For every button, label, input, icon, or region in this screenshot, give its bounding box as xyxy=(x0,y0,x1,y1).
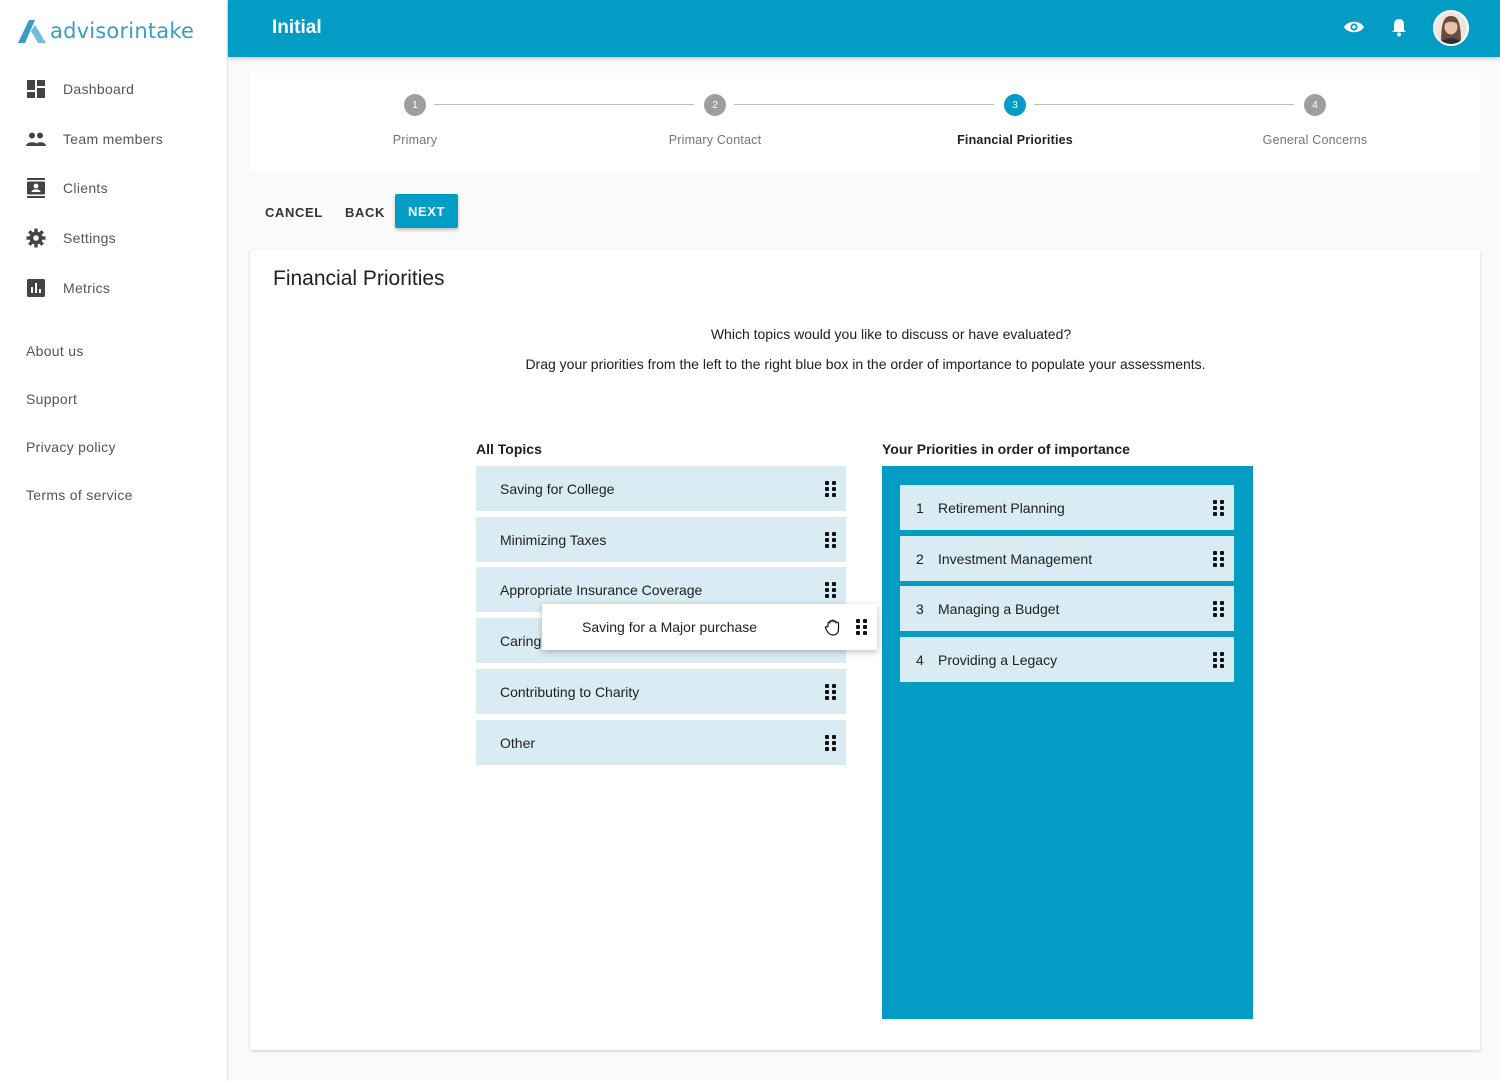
step-connector xyxy=(734,104,994,105)
sidebar-item-metrics[interactable]: Metrics xyxy=(26,276,110,300)
support-link[interactable]: Support xyxy=(26,391,77,407)
dragging-topic-item[interactable]: Saving for a Major purchase xyxy=(542,604,877,650)
grab-hand-cursor-icon xyxy=(822,616,844,638)
drag-handle-icon[interactable] xyxy=(1213,499,1225,516)
step-4-label: General Concerns xyxy=(1262,133,1368,147)
topic-item[interactable]: Other xyxy=(476,720,846,765)
priority-item[interactable]: 2 Investment Management xyxy=(900,536,1234,581)
step-3-indicator[interactable]: 3 xyxy=(1004,94,1026,116)
step-1-label: Primary xyxy=(392,133,438,147)
step-3-label: Financial Priorities xyxy=(957,133,1073,147)
cancel-button[interactable]: CANCEL xyxy=(265,196,323,228)
sidebar-item-clients[interactable]: Clients xyxy=(26,176,108,200)
priority-rank: 2 xyxy=(916,550,924,567)
step-connector xyxy=(1034,104,1294,105)
drag-handle-icon[interactable] xyxy=(1213,600,1225,617)
logo-mark-icon xyxy=(18,20,46,43)
topic-label: Other xyxy=(500,734,536,751)
logo-text: advisorintake xyxy=(50,19,195,43)
priority-rank: 4 xyxy=(916,651,924,668)
sidebar-item-label: Settings xyxy=(63,230,116,246)
all-topics-heading: All Topics xyxy=(476,441,542,457)
priority-label: Providing a Legacy xyxy=(938,651,1058,668)
sidebar: advisorintake Dashboard Team members Cli… xyxy=(0,0,228,1081)
eye-icon[interactable] xyxy=(1342,15,1366,39)
topic-label: Saving for a Major purchase xyxy=(582,619,758,635)
sidebar-item-label: Metrics xyxy=(63,280,111,296)
step-4-indicator[interactable]: 4 xyxy=(1304,94,1326,116)
priority-rank: 1 xyxy=(916,499,924,516)
step-connector xyxy=(434,104,694,105)
sidebar-item-label: Dashboard xyxy=(63,81,135,97)
topic-label: Minimizing Taxes xyxy=(500,531,607,548)
bar-chart-icon xyxy=(26,278,46,298)
priority-label: Retirement Planning xyxy=(938,499,1065,516)
contact-card-icon xyxy=(26,178,46,198)
drag-handle-icon[interactable] xyxy=(825,480,837,497)
sidebar-item-dashboard[interactable]: Dashboard xyxy=(26,77,134,101)
next-button[interactable]: NEXT xyxy=(395,194,458,228)
drag-handle-icon[interactable] xyxy=(825,734,837,751)
card-title: Financial Priorities xyxy=(273,267,445,290)
step-2-indicator[interactable]: 2 xyxy=(704,94,726,116)
priority-item[interactable]: 1 Retirement Planning xyxy=(900,485,1234,530)
priority-label: Managing a Budget xyxy=(938,600,1060,617)
priority-rank: 3 xyxy=(916,600,924,617)
financial-priorities-card: Financial Priorities Which topics would … xyxy=(250,250,1480,1050)
dashboard-icon xyxy=(26,79,46,99)
sidebar-item-team-members[interactable]: Team members xyxy=(26,127,163,151)
drag-handle-icon[interactable] xyxy=(856,619,868,635)
step-2-label: Primary Contact xyxy=(668,133,762,147)
step-1-indicator[interactable]: 1 xyxy=(404,94,426,116)
topic-label: Saving for College xyxy=(500,480,615,497)
top-app-bar: Initial xyxy=(228,0,1500,57)
progress-stepper: 1 2 3 4 Primary Primary Contact Financia… xyxy=(250,73,1480,172)
back-button[interactable]: BACK xyxy=(345,196,385,228)
priorities-drop-zone[interactable]: 1 Retirement Planning 2 Investment Manag… xyxy=(882,466,1253,1019)
topic-item[interactable]: Saving for College xyxy=(476,466,846,511)
gear-icon xyxy=(26,228,46,248)
topic-label: Appropriate Insurance Coverage xyxy=(500,581,703,598)
priority-item[interactable]: 3 Managing a Budget xyxy=(900,586,1234,631)
terms-of-service-link[interactable]: Terms of service xyxy=(26,487,133,503)
priorities-heading: Your Priorities in order of importance xyxy=(882,441,1130,457)
about-us-link[interactable]: About us xyxy=(26,343,84,359)
priority-item[interactable]: 4 Providing a Legacy xyxy=(900,637,1234,682)
page-title: Initial xyxy=(272,17,322,38)
sidebar-item-label: Clients xyxy=(63,180,108,196)
sidebar-item-settings[interactable]: Settings xyxy=(26,226,116,250)
topic-item[interactable]: Contributing to Charity xyxy=(476,669,846,714)
drag-handle-icon[interactable] xyxy=(1213,651,1225,668)
people-icon xyxy=(26,129,46,149)
privacy-policy-link[interactable]: Privacy policy xyxy=(26,439,116,455)
question-text: Which topics would you like to discuss o… xyxy=(710,326,1072,342)
topic-label: Contributing to Charity xyxy=(500,683,640,700)
topic-item[interactable]: Minimizing Taxes xyxy=(476,517,846,562)
app-logo[interactable]: advisorintake xyxy=(16,18,194,44)
bell-icon[interactable] xyxy=(1387,15,1411,39)
instructions-text: Drag your priorities from the left to th… xyxy=(525,356,1206,372)
drag-handle-icon[interactable] xyxy=(825,581,837,598)
priority-label: Investment Management xyxy=(938,550,1093,567)
drag-handle-icon[interactable] xyxy=(825,531,837,548)
sidebar-item-label: Team members xyxy=(63,131,164,147)
drag-handle-icon[interactable] xyxy=(1213,550,1225,567)
drag-handle-icon[interactable] xyxy=(825,683,837,700)
user-avatar[interactable] xyxy=(1433,10,1469,46)
